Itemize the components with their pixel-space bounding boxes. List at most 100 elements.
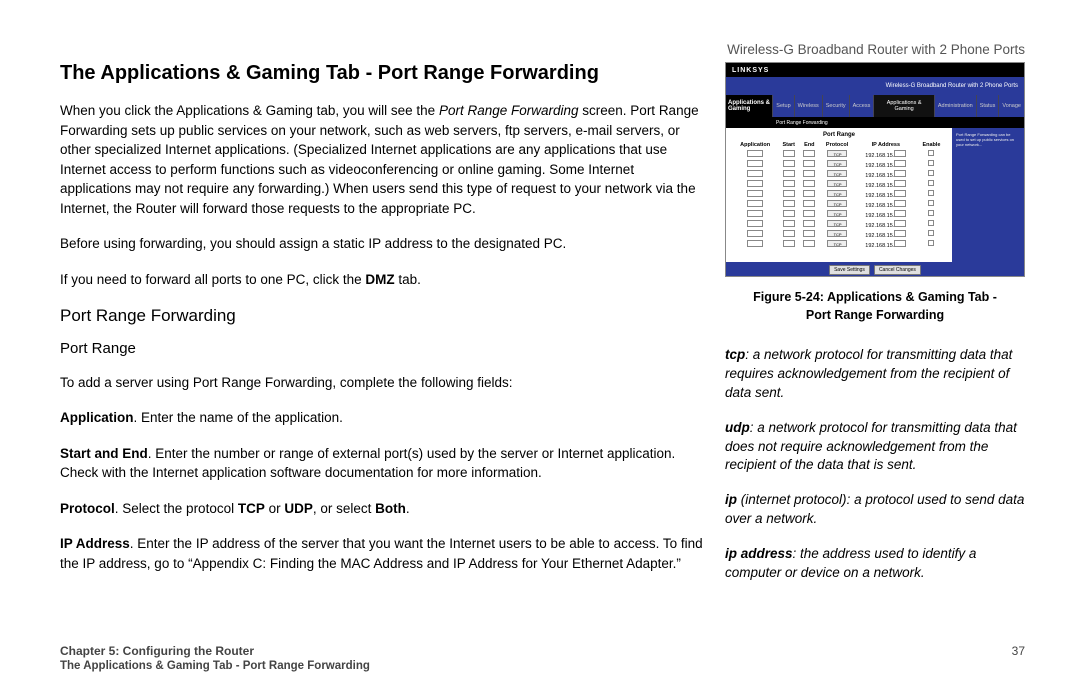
input-icon — [894, 180, 906, 187]
caption-text: Figure 5-24: Applications & Gaming Tab - — [753, 290, 997, 304]
input-icon — [747, 210, 763, 217]
select-icon: TCP — [827, 160, 847, 167]
definition-tcp: tcp: a network protocol for transmitting… — [725, 346, 1025, 403]
input-icon — [894, 220, 906, 227]
select-icon: TCP — [827, 190, 847, 197]
input-icon — [894, 240, 906, 247]
figure-nav: Applications & Gaming Setup Wireless Sec… — [726, 95, 1024, 117]
figure-table-row: TCP192.168.15. — [732, 209, 946, 219]
checkbox-icon — [928, 200, 934, 206]
ip-prefix: 192.168.15. — [865, 203, 894, 209]
text: or — [265, 501, 285, 516]
field-label: Protocol — [60, 501, 115, 516]
input-icon — [783, 220, 795, 227]
field-label: IP Address — [60, 536, 130, 551]
figure-subnav: Port Range Forwarding — [726, 117, 1024, 128]
term: ip — [725, 492, 737, 507]
footer-line: Chapter 5: Configuring the Router 37 — [60, 644, 1025, 658]
input-icon — [747, 230, 763, 237]
page-footer: Chapter 5: Configuring the Router 37 The… — [60, 644, 1025, 672]
definition-text: : a network protocol for transmitting da… — [725, 347, 1012, 400]
col-enable: Enable — [917, 141, 946, 149]
figure-table-row: TCP192.168.15. — [732, 199, 946, 209]
col-ip: IP Address — [855, 141, 917, 149]
input-icon — [783, 170, 795, 177]
text: tab. — [395, 272, 421, 287]
select-icon: TCP — [827, 150, 847, 157]
input-icon — [747, 150, 763, 157]
definition-text: : a network protocol for transmitting da… — [725, 420, 1017, 473]
checkbox-icon — [928, 170, 934, 176]
section-heading: Port Range Forwarding — [60, 306, 703, 326]
dmz-bold: DMZ — [365, 272, 394, 287]
input-icon — [803, 180, 815, 187]
right-column: LINKSYS Wireless-G Broadband Router with… — [725, 40, 1025, 599]
text: screen. Port Range Forwarding sets up pu… — [60, 103, 699, 216]
figure-table-row: TCP192.168.15. — [732, 169, 946, 179]
input-icon — [894, 210, 906, 217]
input-icon — [894, 230, 906, 237]
field-label: Application — [60, 410, 134, 425]
figure-bluebar: Wireless-G Broadband Router with 2 Phone… — [726, 77, 1024, 95]
header-product-name: Wireless-G Broadband Router with 2 Phone… — [727, 42, 1025, 57]
definition-ip-address: ip address: the address used to identify… — [725, 545, 1025, 583]
figure-table-row: TCP192.168.15. — [732, 179, 946, 189]
input-icon — [803, 230, 815, 237]
input-icon — [803, 220, 815, 227]
figure-table-row: TCP192.168.15. — [732, 229, 946, 239]
select-icon: TCP — [827, 240, 847, 247]
figure-nav-item: Setup — [772, 95, 793, 117]
col-end: End — [799, 141, 819, 149]
input-icon — [803, 210, 815, 217]
figure-nav-active: Applications & Gaming — [726, 95, 772, 117]
figure-table-area: Port Range Application Start End Protoco… — [726, 128, 952, 262]
ip-prefix: 192.168.15. — [865, 223, 894, 229]
input-icon — [747, 190, 763, 197]
term: ip address — [725, 546, 793, 561]
checkbox-icon — [928, 190, 934, 196]
intro-paragraph: When you click the Applications & Gaming… — [60, 101, 703, 218]
field-text: . Enter the number or range of external … — [60, 446, 675, 481]
footer-chapter: Chapter 5: Configuring the Router — [60, 644, 254, 658]
both-bold: Both — [375, 501, 406, 516]
field-text: . Enter the IP address of the server tha… — [60, 536, 703, 571]
input-icon — [747, 170, 763, 177]
figure-table: Application Start End Protocol IP Addres… — [732, 141, 946, 249]
input-icon — [803, 240, 815, 247]
input-icon — [747, 180, 763, 187]
term: udp — [725, 420, 750, 435]
input-icon — [747, 200, 763, 207]
checkbox-icon — [928, 150, 934, 156]
footer-page-number: 37 — [1012, 644, 1025, 658]
select-icon: TCP — [827, 170, 847, 177]
input-icon — [747, 240, 763, 247]
input-icon — [894, 170, 906, 177]
checkbox-icon — [928, 230, 934, 236]
checkbox-icon — [928, 220, 934, 226]
text: If you need to forward all ports to one … — [60, 272, 365, 287]
figure-table-row: TCP192.168.15. — [732, 219, 946, 229]
figure-table-row: TCP192.168.15. — [732, 159, 946, 169]
checkbox-icon — [928, 160, 934, 166]
col-protocol: Protocol — [819, 141, 854, 149]
figure-cancel-button: Cancel Changes — [874, 265, 921, 275]
footer-subtitle: The Applications & Gaming Tab - Port Ran… — [60, 660, 1025, 672]
input-icon — [783, 150, 795, 157]
col-application: Application — [732, 141, 778, 149]
ip-prefix: 192.168.15. — [865, 193, 894, 199]
input-icon — [803, 150, 815, 157]
input-icon — [747, 220, 763, 227]
instruction-lead: To add a server using Port Range Forward… — [60, 373, 703, 393]
figure-body: Port Range Application Start End Protoco… — [726, 128, 1024, 262]
figure-nav-item: Applications & Gaming — [873, 95, 934, 117]
definition-ip: ip (internet protocol): a protocol used … — [725, 491, 1025, 529]
figure-table-title: Port Range — [732, 132, 946, 138]
figure-table-row: TCP 192.168.15. — [732, 189, 946, 199]
figure-table-header: Application Start End Protocol IP Addres… — [732, 141, 946, 149]
input-icon — [783, 180, 795, 187]
figure-save-button: Save Settings — [829, 265, 870, 275]
input-icon — [803, 170, 815, 177]
input-icon — [747, 160, 763, 167]
field-ip-address: IP Address. Enter the IP address of the … — [60, 534, 703, 573]
input-icon — [894, 190, 906, 197]
